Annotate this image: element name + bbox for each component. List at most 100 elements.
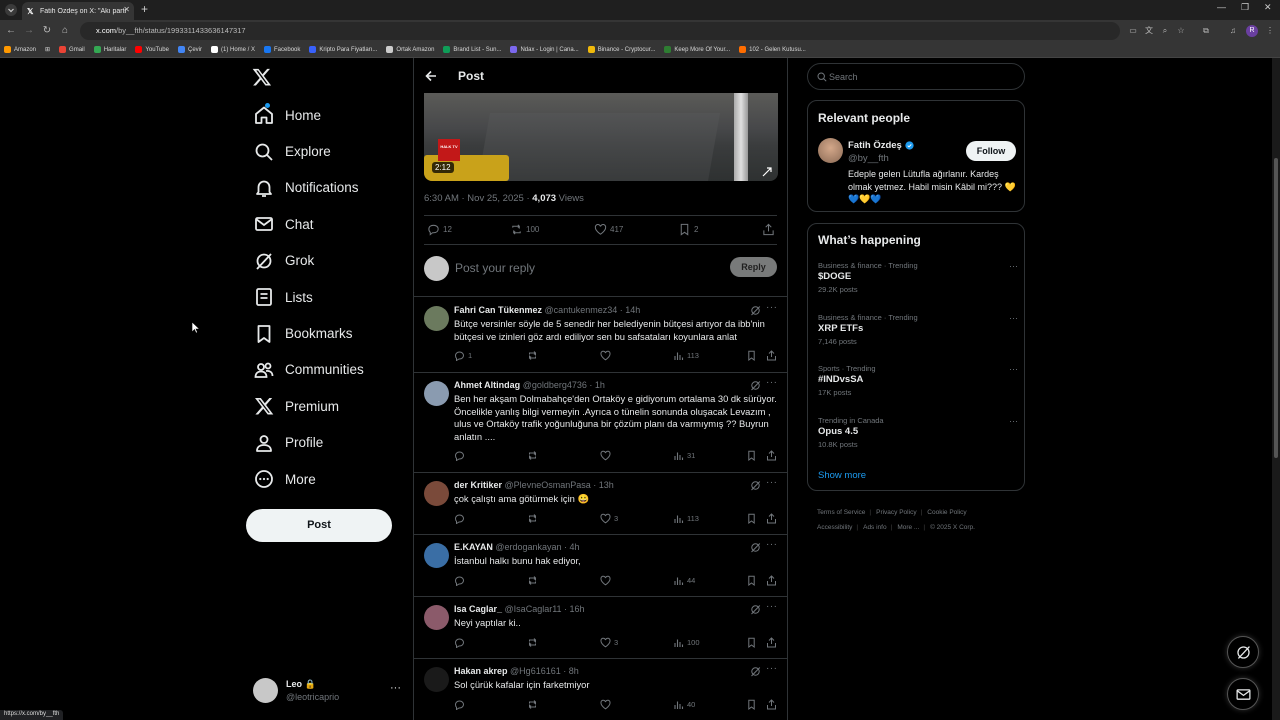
footer-link[interactable]: Privacy Policy <box>876 509 916 516</box>
scrollbar-thumb[interactable] <box>1274 158 1278 458</box>
author-name[interactable]: E.KAYAN <box>454 542 493 552</box>
video-player[interactable]: HALK TV 2:12 <box>424 93 778 181</box>
share-action[interactable] <box>766 512 780 524</box>
avatar[interactable] <box>424 481 449 506</box>
trend-more-icon[interactable]: ··· <box>1009 313 1018 323</box>
footer-link[interactable]: © 2025 X Corp. <box>930 524 975 531</box>
reply-action[interactable]: 1 <box>454 350 472 361</box>
grok-icon[interactable] <box>750 380 761 391</box>
avatar[interactable] <box>818 138 843 163</box>
back-icon[interactable]: ← <box>4 24 18 38</box>
nav-item-profile[interactable]: Profile <box>250 425 364 461</box>
address-bar[interactable]: x.com/by__fth/status/1993311433636147317 <box>80 22 1120 40</box>
browser-menu-icon[interactable]: ⋮ <box>1264 25 1276 37</box>
share-action[interactable] <box>766 574 780 586</box>
star-bookmark-icon[interactable]: ☆ <box>1175 25 1187 37</box>
more-options-icon[interactable]: ··· <box>766 539 778 550</box>
nav-item-home[interactable]: Home <box>250 97 364 133</box>
author-handle[interactable]: @cantukenmez34 · 14h <box>545 305 641 315</box>
author-name[interactable]: Hakan akrep <box>454 666 508 676</box>
bookmark-item[interactable]: 102 - Gelen Kutusu... <box>739 46 806 53</box>
avatar[interactable] <box>424 381 449 406</box>
like-action[interactable]: 3 <box>600 513 618 524</box>
reply-button[interactable]: Reply <box>730 257 777 277</box>
forward-icon[interactable]: → <box>22 24 36 38</box>
share-action[interactable] <box>766 636 780 648</box>
bookmark-item[interactable]: Amazon <box>4 46 36 53</box>
repost-action[interactable] <box>527 350 541 361</box>
reply-post[interactable]: der Kritiker @PlevneOsmanPasa · 13h ··· ço… <box>414 473 787 535</box>
nav-item-more[interactable]: More <box>250 461 364 497</box>
reload-icon[interactable]: ↻ <box>40 24 54 38</box>
trend-more-icon[interactable]: ··· <box>1009 364 1018 374</box>
account-switcher[interactable]: Leo 🔒 @leotricaprio ··· <box>253 676 401 706</box>
tab-close-icon[interactable]: ✕ <box>123 5 130 14</box>
reply-post[interactable]: E.KAYAN @erdogankayan · 4h ··· İstanbul ha… <box>414 535 787 597</box>
back-arrow-icon[interactable] <box>424 69 438 83</box>
browser-tab-active[interactable]: 𝕏 Fatih Özdeş on X: "Akı parti dön... ✕ <box>22 2 134 20</box>
more-options-icon[interactable]: ··· <box>766 601 778 612</box>
like-action[interactable] <box>600 350 614 361</box>
footer-link[interactable]: Terms of Service <box>817 509 865 516</box>
author-handle[interactable]: @goldberg4736 · 1h <box>523 380 605 390</box>
bookmark-item[interactable]: Ortak Amazon <box>386 46 434 53</box>
share-action[interactable] <box>762 223 778 236</box>
bookmark-item[interactable]: Gmail <box>59 46 85 53</box>
account-more-icon[interactable]: ··· <box>390 682 401 694</box>
like-action[interactable] <box>600 575 614 586</box>
author-name[interactable]: Fahri Can Tükenmez <box>454 305 542 315</box>
bookmark-item[interactable]: Kripto Para Fiyatları... <box>309 46 377 53</box>
more-options-icon[interactable]: ··· <box>766 477 778 488</box>
author-handle[interactable]: @erdogankayan · 4h <box>495 542 579 552</box>
more-options-icon[interactable]: ··· <box>766 302 778 313</box>
person-name[interactable]: Fatih Özdeş <box>848 140 914 151</box>
new-tab-icon[interactable]: + <box>141 3 148 15</box>
author-handle[interactable]: @Hg616161 · 8h <box>510 666 579 676</box>
nav-item-premium[interactable]: Premium <box>250 388 364 424</box>
repost-action[interactable] <box>527 513 541 524</box>
bookmark-action[interactable] <box>746 350 760 361</box>
bookmark-action[interactable] <box>746 699 760 710</box>
trend-item[interactable]: Sports · Trending #INDvsSA 17K posts ··· <box>818 364 1018 404</box>
post-button[interactable]: Post <box>246 509 392 542</box>
grok-icon[interactable] <box>750 480 761 491</box>
trend-more-icon[interactable]: ··· <box>1009 261 1018 271</box>
trend-item[interactable]: Business & finance · Trending XRP ETFs 7,1… <box>818 313 1018 353</box>
apps-grid-icon[interactable]: ⊞ <box>45 46 50 53</box>
author-name[interactable]: der Kritiker <box>454 480 502 490</box>
reply-input[interactable]: Post your reply <box>455 261 535 275</box>
avatar[interactable] <box>424 667 449 692</box>
messages-fab[interactable] <box>1227 678 1259 710</box>
nav-item-explore[interactable]: Explore <box>250 133 364 169</box>
more-options-icon[interactable]: ··· <box>766 663 778 674</box>
show-more-link[interactable]: Show more <box>818 470 866 481</box>
browser-profile-avatar[interactable]: R <box>1246 25 1258 37</box>
author-name[interactable]: Ahmet Altindag <box>454 380 520 390</box>
x-logo-icon[interactable] <box>252 67 272 87</box>
bookmark-action[interactable]: 2 <box>678 223 698 236</box>
tab-search-icon[interactable] <box>4 3 18 17</box>
bookmark-item[interactable]: YouTube <box>135 46 169 53</box>
bookmark-action[interactable] <box>746 575 760 586</box>
reply-action[interactable] <box>454 450 468 461</box>
bookmark-item[interactable]: Keep More Of Your... <box>664 46 730 53</box>
views-action[interactable]: 113 <box>673 513 699 524</box>
grok-icon[interactable] <box>750 604 761 615</box>
footer-link[interactable]: Accessibility <box>817 524 852 531</box>
trend-more-icon[interactable]: ··· <box>1009 416 1018 426</box>
author-handle[interactable]: @PlevneOsmanPasa · 13h <box>505 480 614 490</box>
zoom-icon[interactable]: ⌕ <box>1159 25 1171 37</box>
grok-icon[interactable] <box>750 305 761 316</box>
follow-button[interactable]: Follow <box>966 141 1016 161</box>
nav-item-chat[interactable]: Chat <box>250 206 364 242</box>
footer-link[interactable]: Ads info <box>863 524 887 531</box>
more-options-icon[interactable]: ··· <box>766 377 778 388</box>
reply-post[interactable]: Hakan akrep @Hg616161 · 8h ··· Sol çürük k… <box>414 659 787 720</box>
scrollbar[interactable] <box>1272 58 1280 720</box>
window-close-icon[interactable]: ✕ <box>1264 2 1272 13</box>
footer-link[interactable]: More ... <box>897 524 919 531</box>
minimize-icon[interactable]: — <box>1217 2 1226 12</box>
share-action[interactable] <box>766 698 780 710</box>
views-action[interactable]: 100 <box>673 637 700 648</box>
like-action[interactable] <box>600 699 614 710</box>
